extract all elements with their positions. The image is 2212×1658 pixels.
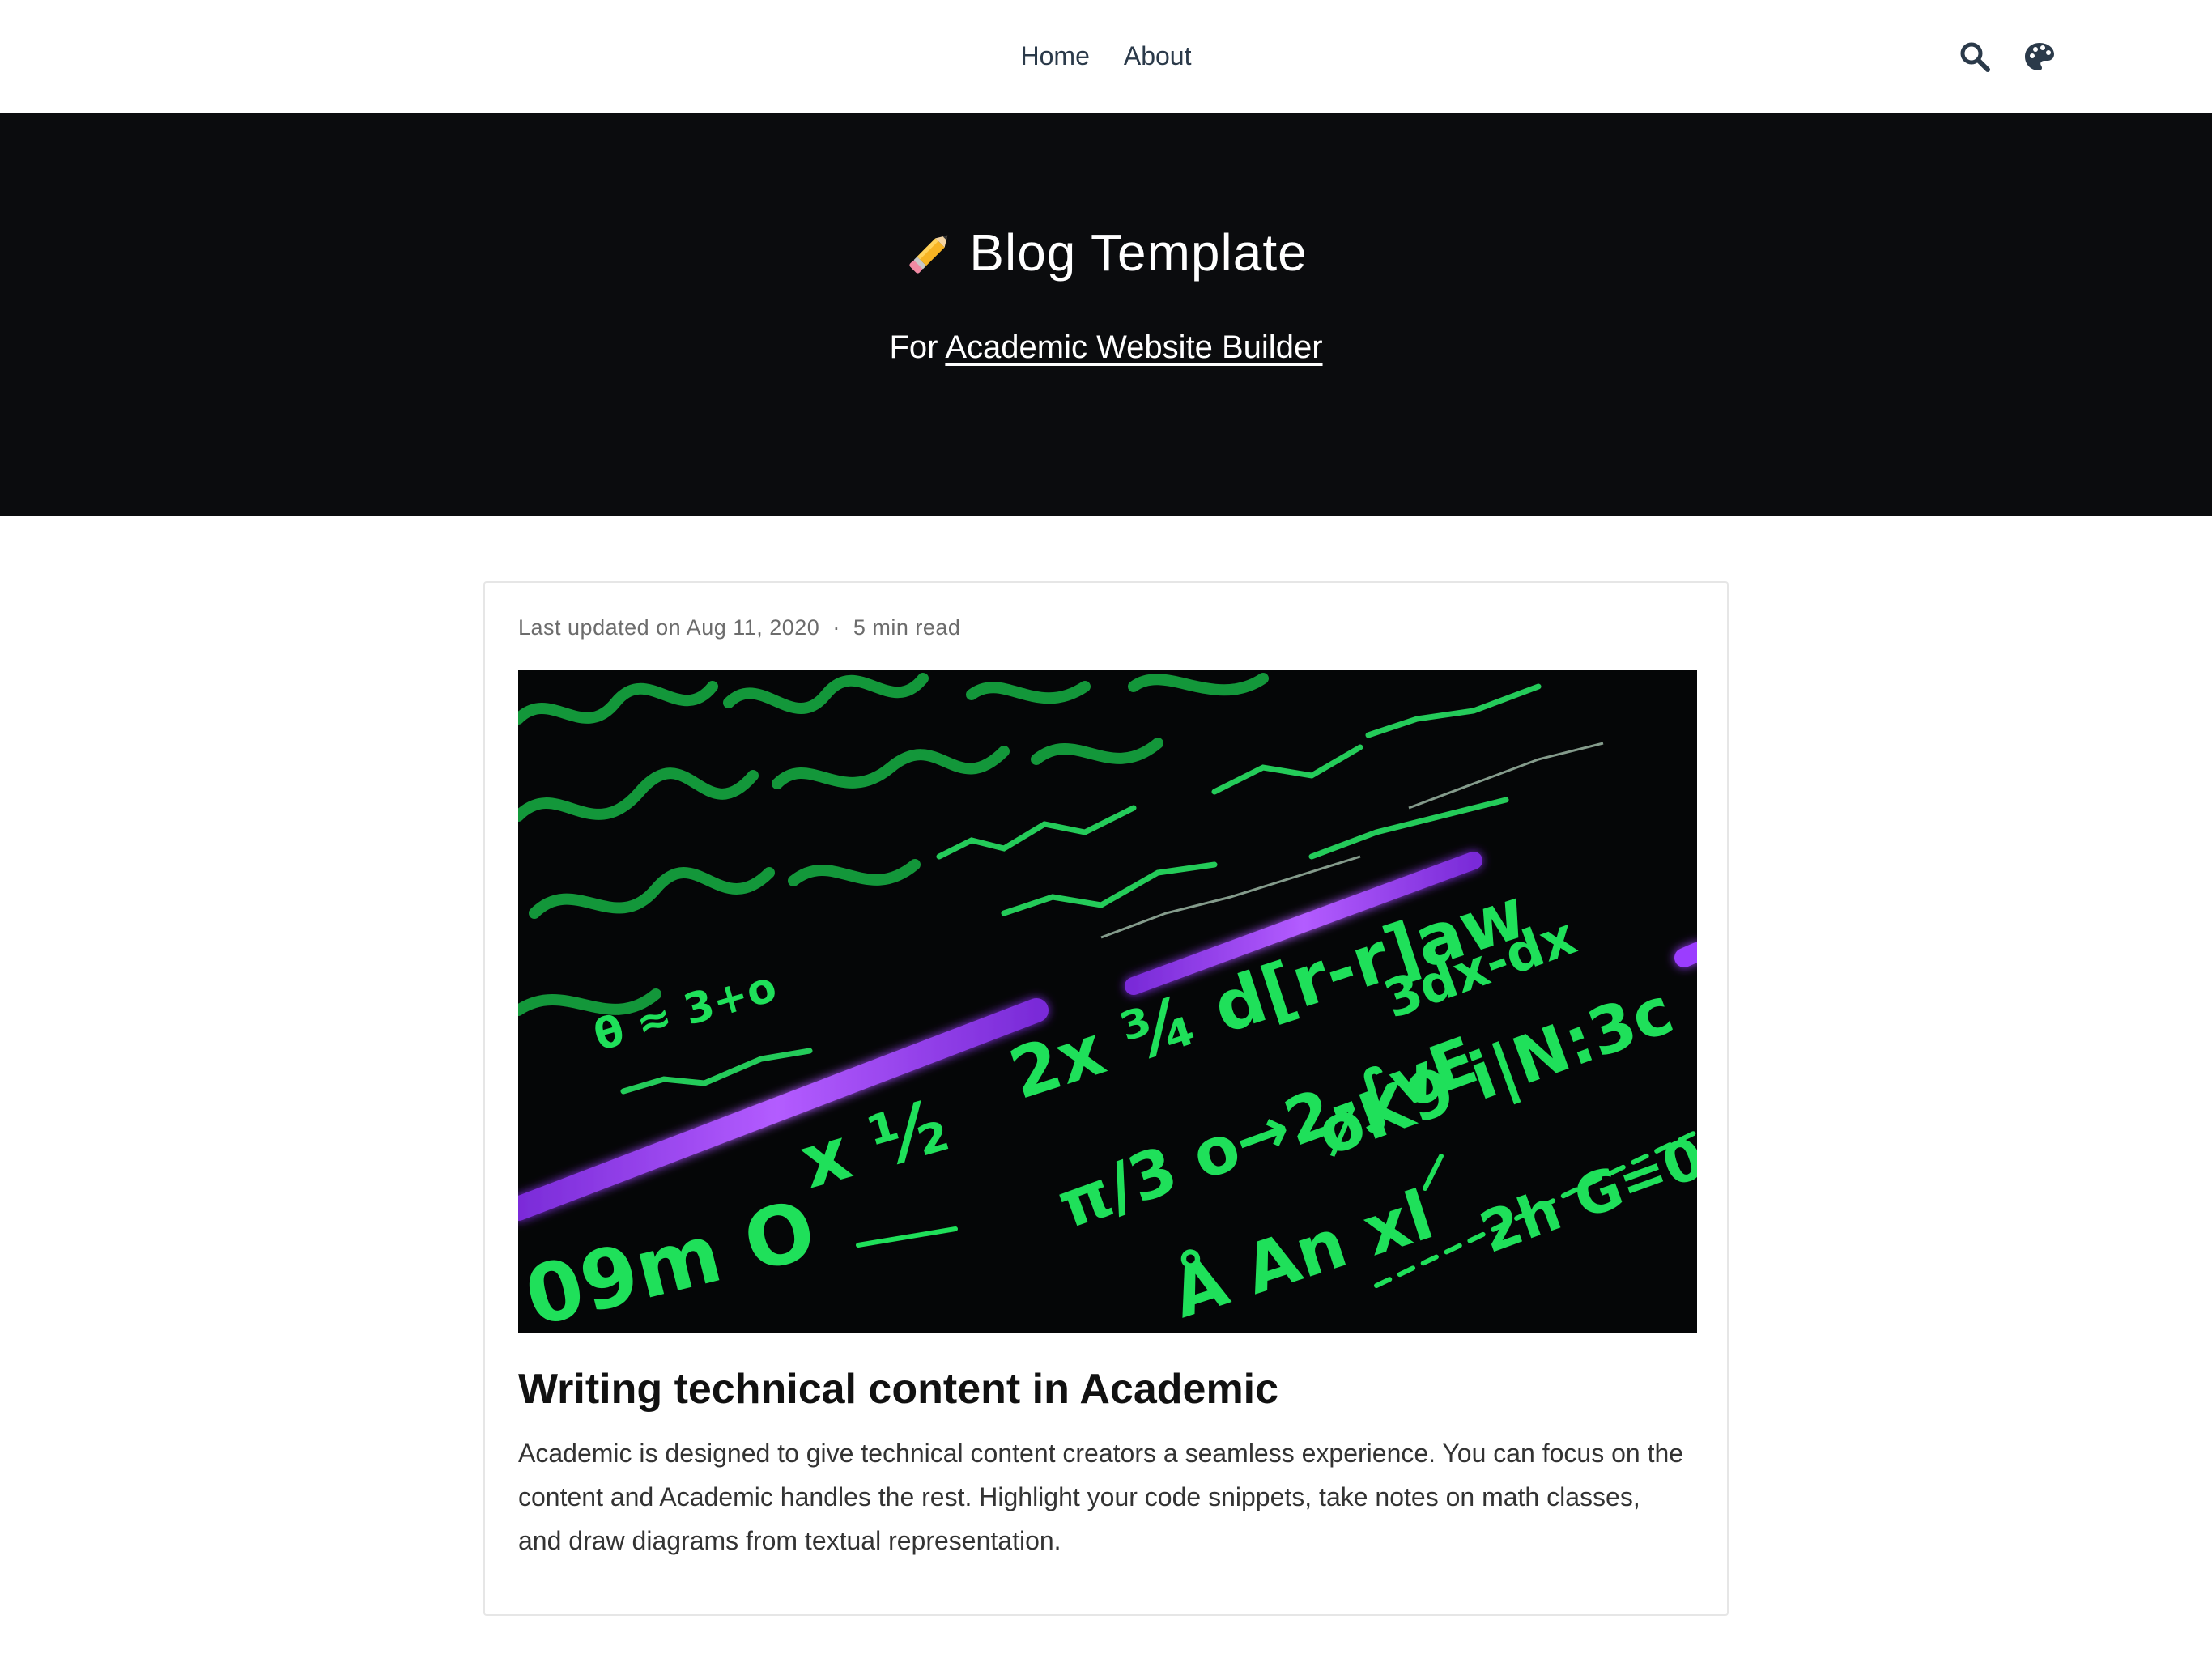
hero-title: Blog Template <box>969 223 1308 282</box>
post-card: Last updated on Aug 11, 2020 · 5 min read <box>483 581 1729 1616</box>
main-menu: Home About <box>0 0 2212 113</box>
nav-link-about[interactable]: About <box>1124 41 1192 71</box>
post-title[interactable]: Writing technical content in Academic <box>518 1365 1697 1414</box>
academic-website-builder-link[interactable]: Academic Website Builder <box>945 329 1322 365</box>
post-updated-date: Last updated on Aug 11, 2020 <box>518 615 820 640</box>
search-icon[interactable] <box>1958 40 1992 74</box>
hero-banner: Blog Template For Academic Website Build… <box>0 113 2212 516</box>
post-summary: Academic is designed to give technical c… <box>518 1439 1684 1555</box>
nav-link-home[interactable]: Home <box>1021 41 1090 71</box>
pencil-icon <box>904 227 956 278</box>
top-navbar: Home About <box>0 0 2212 113</box>
post-featured-image[interactable]: 2x ¾ d[r-r]aw 3dx-dx π/3 o→2-∫vE øK9 i|N… <box>518 670 1697 1333</box>
hero-subtitle-prefix: For <box>889 329 946 365</box>
palette-icon[interactable] <box>2023 40 2057 74</box>
meta-separator: · <box>832 615 840 640</box>
post-meta: Last updated on Aug 11, 2020 · 5 min read <box>518 615 960 640</box>
post-read-time: 5 min read <box>853 615 961 640</box>
nav-icon-group <box>1958 0 2057 113</box>
hero-subtitle: For Academic Website Builder <box>0 329 2212 366</box>
hero-title-row: Blog Template <box>0 223 2212 283</box>
